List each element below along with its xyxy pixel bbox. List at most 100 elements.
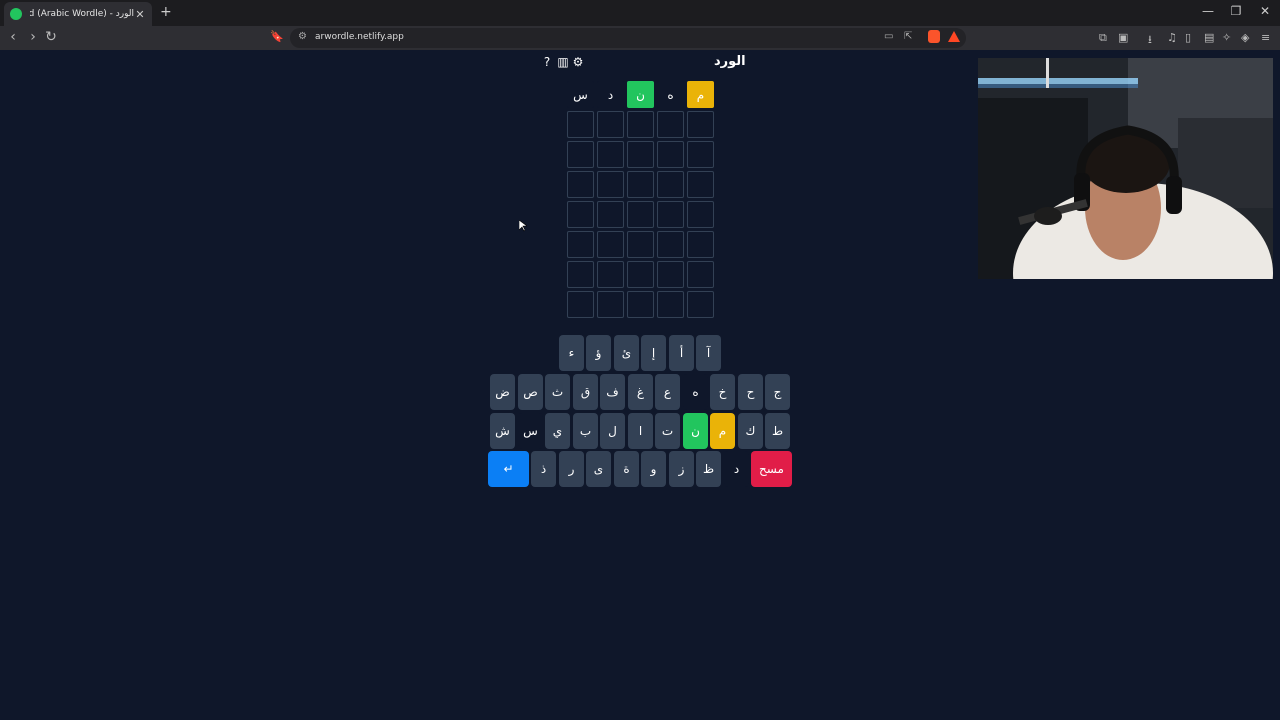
board-tile: م — [687, 81, 714, 108]
keyboard-key[interactable]: ن — [683, 413, 708, 449]
settings-icon[interactable]: ⚙ — [571, 55, 585, 69]
site-favicon-icon — [10, 8, 22, 20]
close-window-button[interactable]: ✕ — [1255, 4, 1275, 18]
keyboard-key[interactable]: ر — [559, 451, 584, 487]
tab-title: الورد - AlWird (Arabic Wordle) — [30, 9, 134, 19]
forward-button[interactable]: › — [24, 29, 42, 45]
extensions-icon[interactable]: ⧉ — [1099, 31, 1107, 45]
board-tile — [567, 171, 594, 198]
keyboard-key[interactable]: ض — [490, 374, 515, 410]
keyboard-key[interactable]: ع — [655, 374, 680, 410]
keyboard-key[interactable]: ة — [614, 451, 639, 487]
keyboard-key[interactable]: أ — [669, 335, 694, 371]
keyboard-key[interactable]: س — [518, 413, 543, 449]
keyboard-key[interactable]: إ — [641, 335, 666, 371]
keyboard-key[interactable]: ب — [573, 413, 598, 449]
keyboard-key[interactable]: ت — [655, 413, 680, 449]
site-info-icon[interactable]: ⚙ — [298, 31, 307, 42]
keyboard-key[interactable]: د — [724, 451, 749, 487]
media-icon[interactable]: ♫ — [1167, 31, 1177, 44]
reload-button[interactable]: ↻ — [42, 29, 60, 45]
board-tile — [597, 171, 624, 198]
brave-shields-icon[interactable] — [928, 30, 940, 43]
minimize-button[interactable]: — — [1198, 4, 1218, 18]
keyboard-key[interactable]: ئ — [614, 335, 639, 371]
tab-close-icon[interactable]: ✕ — [134, 8, 146, 21]
webcam-overlay — [978, 58, 1273, 279]
board-tile — [597, 261, 624, 288]
board-tile — [657, 171, 684, 198]
game-title: الورد — [714, 54, 746, 69]
keyboard-key[interactable]: ج — [765, 374, 790, 410]
menu-icon[interactable]: ≡ — [1261, 31, 1270, 44]
keyboard-key[interactable]: ه — [683, 374, 708, 410]
keyboard-key[interactable]: ل — [600, 413, 625, 449]
board-tile — [627, 291, 654, 318]
keyboard-key[interactable]: ا — [628, 413, 653, 449]
board-tile — [627, 261, 654, 288]
keyboard-key[interactable]: م — [710, 413, 735, 449]
board-tile — [567, 291, 594, 318]
keyboard-key[interactable]: ك — [738, 413, 763, 449]
keyboard-key[interactable]: ذ — [531, 451, 556, 487]
keyboard-key[interactable]: ظ — [696, 451, 721, 487]
leo-ai-icon[interactable]: ✧ — [1222, 31, 1231, 44]
vpn-icon[interactable]: ◈ — [1241, 31, 1249, 44]
browser-tab-bar: الورد - AlWird (Arabic Wordle) ✕ + — ❐ ✕ — [0, 0, 1280, 26]
wallet-icon[interactable]: ▤ — [1204, 31, 1214, 44]
keyboard-key[interactable]: ش — [490, 413, 515, 449]
board-tile — [657, 261, 684, 288]
keyboard-key[interactable]: خ — [710, 374, 735, 410]
board-tile: ه — [657, 81, 684, 108]
bookmark-icon[interactable]: 🔖 — [270, 30, 284, 43]
address-bar[interactable]: ⚙ arwordle.netlify.app ▭ ⇱ — [290, 28, 966, 48]
keyboard-key[interactable]: ق — [573, 374, 598, 410]
board-tile — [567, 201, 594, 228]
browser-tab[interactable]: الورد - AlWird (Arabic Wordle) ✕ — [4, 2, 152, 26]
stats-icon[interactable]: ▥ — [556, 55, 570, 69]
sidebar-icon[interactable]: ▯ — [1185, 31, 1191, 44]
board-tile — [687, 171, 714, 198]
keyboard-key[interactable]: غ — [628, 374, 653, 410]
keyboard-key[interactable]: ى — [586, 451, 611, 487]
keyboard-key[interactable]: ز — [669, 451, 694, 487]
keyboard-key[interactable]: ص — [518, 374, 543, 410]
board-tile — [597, 201, 624, 228]
board-tile — [597, 231, 624, 258]
board-tile — [567, 231, 594, 258]
keyboard-key[interactable]: و — [641, 451, 666, 487]
board-tile — [687, 231, 714, 258]
board-tile — [597, 141, 624, 168]
screenshot-icon[interactable]: ▣ — [1118, 31, 1128, 44]
keyboard-key[interactable]: ح — [738, 374, 763, 410]
new-tab-button[interactable]: + — [160, 4, 172, 20]
board-tile: ن — [627, 81, 654, 108]
board-tile — [627, 171, 654, 198]
mouse-cursor-icon — [519, 220, 527, 232]
keyboard-key[interactable]: ء — [559, 335, 584, 371]
help-icon[interactable]: ? — [540, 55, 554, 69]
keyboard-key[interactable]: ط — [765, 413, 790, 449]
browser-toolbar: ‹ › ↻ 🔖 ⚙ arwordle.netlify.app ▭ ⇱ ⧉ ▣ ⭳… — [0, 26, 1280, 50]
keyboard-key[interactable]: ف — [600, 374, 625, 410]
share-icon[interactable]: ⇱ — [904, 31, 912, 42]
board-tile — [687, 141, 714, 168]
download-icon[interactable]: ⭳ — [1148, 31, 1152, 50]
board-tile — [597, 291, 624, 318]
maximize-button[interactable]: ❐ — [1226, 4, 1246, 18]
streamer-webcam-image — [978, 58, 1273, 279]
board-tile: س — [567, 81, 594, 108]
delete-key[interactable]: مسح — [751, 451, 792, 487]
brave-rewards-icon[interactable] — [948, 31, 960, 42]
board-tile: د — [597, 81, 624, 108]
keyboard-key[interactable]: ؤ — [586, 335, 611, 371]
board-tile — [627, 141, 654, 168]
keyboard-key[interactable]: ث — [545, 374, 570, 410]
back-button[interactable]: ‹ — [4, 29, 22, 45]
board-tile — [687, 261, 714, 288]
keyboard-key[interactable]: آ — [696, 335, 721, 371]
keyboard-key[interactable]: ي — [545, 413, 570, 449]
cast-icon[interactable]: ▭ — [884, 31, 893, 42]
board-tile — [657, 231, 684, 258]
enter-key[interactable]: ↵ — [488, 451, 529, 487]
